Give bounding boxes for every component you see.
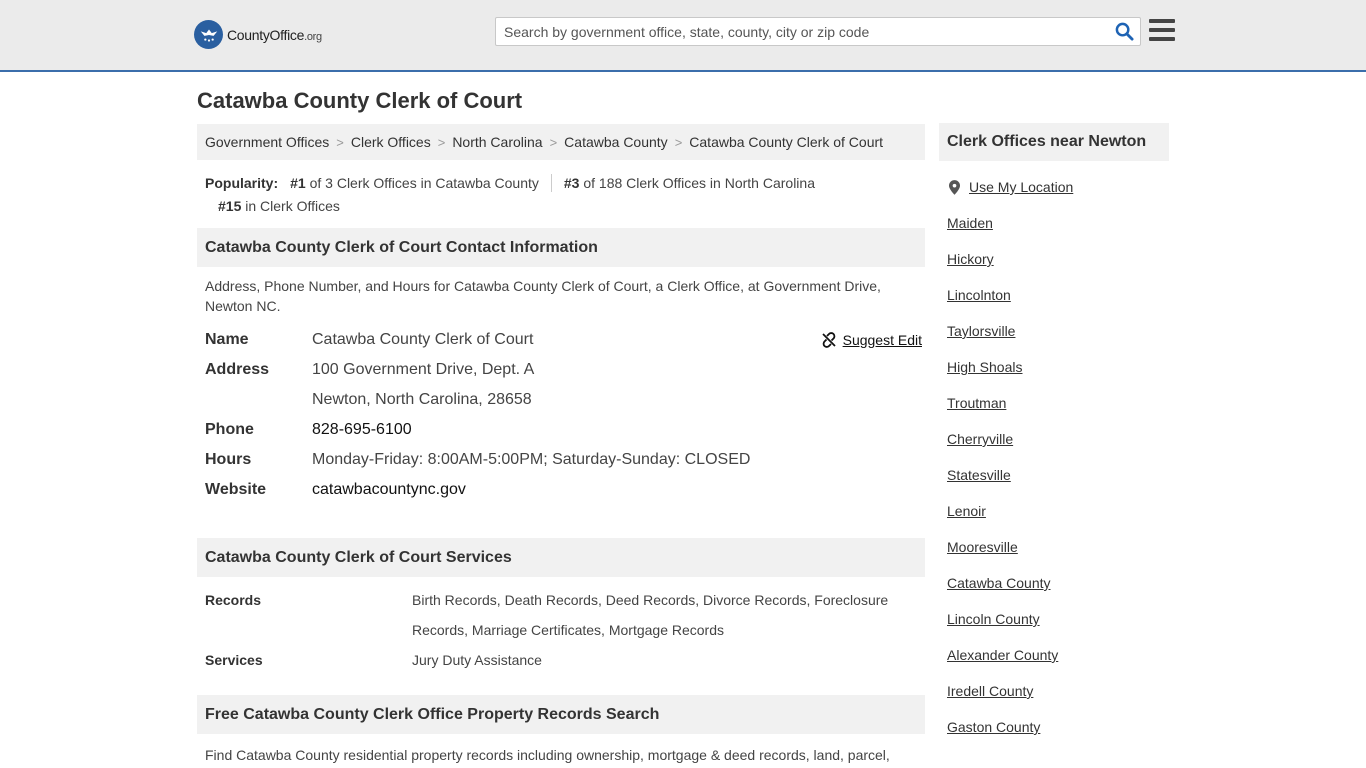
sidebar-item-cherryville: Cherryville xyxy=(947,431,1014,447)
sidebar-item-iredell-county: Iredell County xyxy=(947,683,1034,699)
info-row-name: Name Catawba County Clerk of Court xyxy=(205,331,534,348)
info-row-address-2: Newton, North Carolina, 28658 xyxy=(205,385,917,415)
hamburger-menu-icon[interactable] xyxy=(1149,19,1175,41)
popularity-rank-state: #3 of 188 Clerk Offices in North Carolin… xyxy=(563,175,815,191)
breadcrumb-separator: > xyxy=(437,134,446,150)
sidebar-item-maiden: Maiden xyxy=(947,215,993,231)
services-row-services: Services Jury Duty Assistance xyxy=(205,645,917,675)
info-row-phone: Phone 828-695-6100 xyxy=(205,421,412,438)
page-title: Catawba County Clerk of Court xyxy=(197,88,523,113)
info-row-website: Website catawbacountync.gov xyxy=(205,481,466,498)
contact-section-header: Catawba County Clerk of Court Contact In… xyxy=(197,228,925,267)
sidebar-item-high-shoals: High Shoals xyxy=(947,359,1023,375)
search-icon xyxy=(1115,22,1134,41)
breadcrumb: Government Offices > Clerk Offices > Nor… xyxy=(197,124,925,160)
info-row-hours: Hours Monday-Friday: 8:00AM-5:00PM; Satu… xyxy=(205,451,751,468)
popularity-rank-national: #15 in Clerk Offices xyxy=(218,198,340,214)
hours-value: Monday-Friday: 8:00AM-5:00PM; Saturday-S… xyxy=(312,451,751,468)
info-row-address: Address 100 Government Drive, Dept. A xyxy=(205,361,535,378)
sidebar-item-catawba-county: Catawba County xyxy=(947,575,1051,591)
breadcrumb-clerk-offices[interactable]: Clerk Offices xyxy=(351,134,431,150)
sidebar-item-statesville: Statesville xyxy=(947,467,1011,483)
nearby-offices-list: Use My Location Maiden Hickory Lincolnto… xyxy=(939,169,1169,745)
popularity: Popularity: #1 of 3 Clerk Offices in Cat… xyxy=(197,160,925,218)
address-line2: Newton, North Carolina, 28658 xyxy=(312,391,532,408)
breadcrumb-north-carolina[interactable]: North Carolina xyxy=(452,134,542,150)
sidebar-item-alexander-county: Alexander County xyxy=(947,647,1059,663)
site-logo[interactable]: CountyOffice.org xyxy=(194,20,322,49)
sidebar-item-lenoir: Lenoir xyxy=(947,503,986,519)
website-link[interactable]: catawbacountync.gov xyxy=(312,481,466,498)
breadcrumb-separator: > xyxy=(674,134,683,150)
breadcrumb-catawba-county[interactable]: Catawba County xyxy=(564,134,668,150)
breadcrumb-government-offices[interactable]: Government Offices xyxy=(205,134,329,150)
sidebar-item-taylorsville: Taylorsville xyxy=(947,323,1016,339)
sidebar-item-hickory: Hickory xyxy=(947,251,994,267)
suggest-edit-link[interactable]: Suggest Edit xyxy=(821,325,922,355)
breadcrumb-current-page[interactable]: Catawba County Clerk of Court xyxy=(689,134,883,150)
divider xyxy=(550,174,552,192)
services-section-header: Catawba County Clerk of Court Services xyxy=(197,538,925,577)
popularity-rank-county: #1 of 3 Clerk Offices in Catawba County xyxy=(290,175,539,191)
use-my-location: Use My Location xyxy=(947,169,1161,205)
main-content: Government Offices > Clerk Offices > Nor… xyxy=(197,124,925,765)
property-description: Find Catawba County residential property… xyxy=(205,747,890,763)
address-line1: 100 Government Drive, Dept. A xyxy=(312,361,535,378)
sidebar-item-troutman: Troutman xyxy=(947,395,1007,411)
breadcrumb-separator: > xyxy=(549,134,558,150)
search-box xyxy=(495,17,1141,46)
services-value: Jury Duty Assistance xyxy=(412,652,542,668)
search-button[interactable] xyxy=(1108,18,1140,45)
logo-text: CountyOffice.org xyxy=(227,26,322,43)
sidebar-item-lincoln-county: Lincoln County xyxy=(947,611,1040,627)
sidebar-header: Clerk Offices near Newton xyxy=(939,123,1169,161)
office-name: Catawba County Clerk of Court xyxy=(312,331,534,348)
location-pin-icon xyxy=(949,179,960,195)
logo-eagle-icon xyxy=(194,20,223,49)
top-bar: CountyOffice.org xyxy=(0,0,1366,72)
records-value: Birth Records, Death Records, Deed Recor… xyxy=(412,592,889,638)
services-list: Records Birth Records, Death Records, De… xyxy=(197,585,925,675)
search-input[interactable] xyxy=(496,18,1108,45)
property-section-header: Free Catawba County Clerk Office Propert… xyxy=(197,695,925,734)
contact-info: Suggest Edit Name Catawba County Clerk o… xyxy=(197,325,925,505)
sidebar-item-gaston-county: Gaston County xyxy=(947,719,1041,735)
unlink-icon xyxy=(821,332,836,348)
breadcrumb-separator: > xyxy=(336,134,344,150)
contact-description: Address, Phone Number, and Hours for Cat… xyxy=(205,278,881,314)
services-row-records: Records Birth Records, Death Records, De… xyxy=(205,585,917,645)
sidebar-item-mooresville: Mooresville xyxy=(947,539,1018,555)
use-my-location-link[interactable]: Use My Location xyxy=(969,179,1073,195)
sidebar: Clerk Offices near Newton Use My Locatio… xyxy=(939,123,1169,745)
phone-link[interactable]: 828-695-6100 xyxy=(312,421,412,438)
popularity-label: Popularity: xyxy=(205,175,279,191)
sidebar-item-lincolnton: Lincolnton xyxy=(947,287,1011,303)
